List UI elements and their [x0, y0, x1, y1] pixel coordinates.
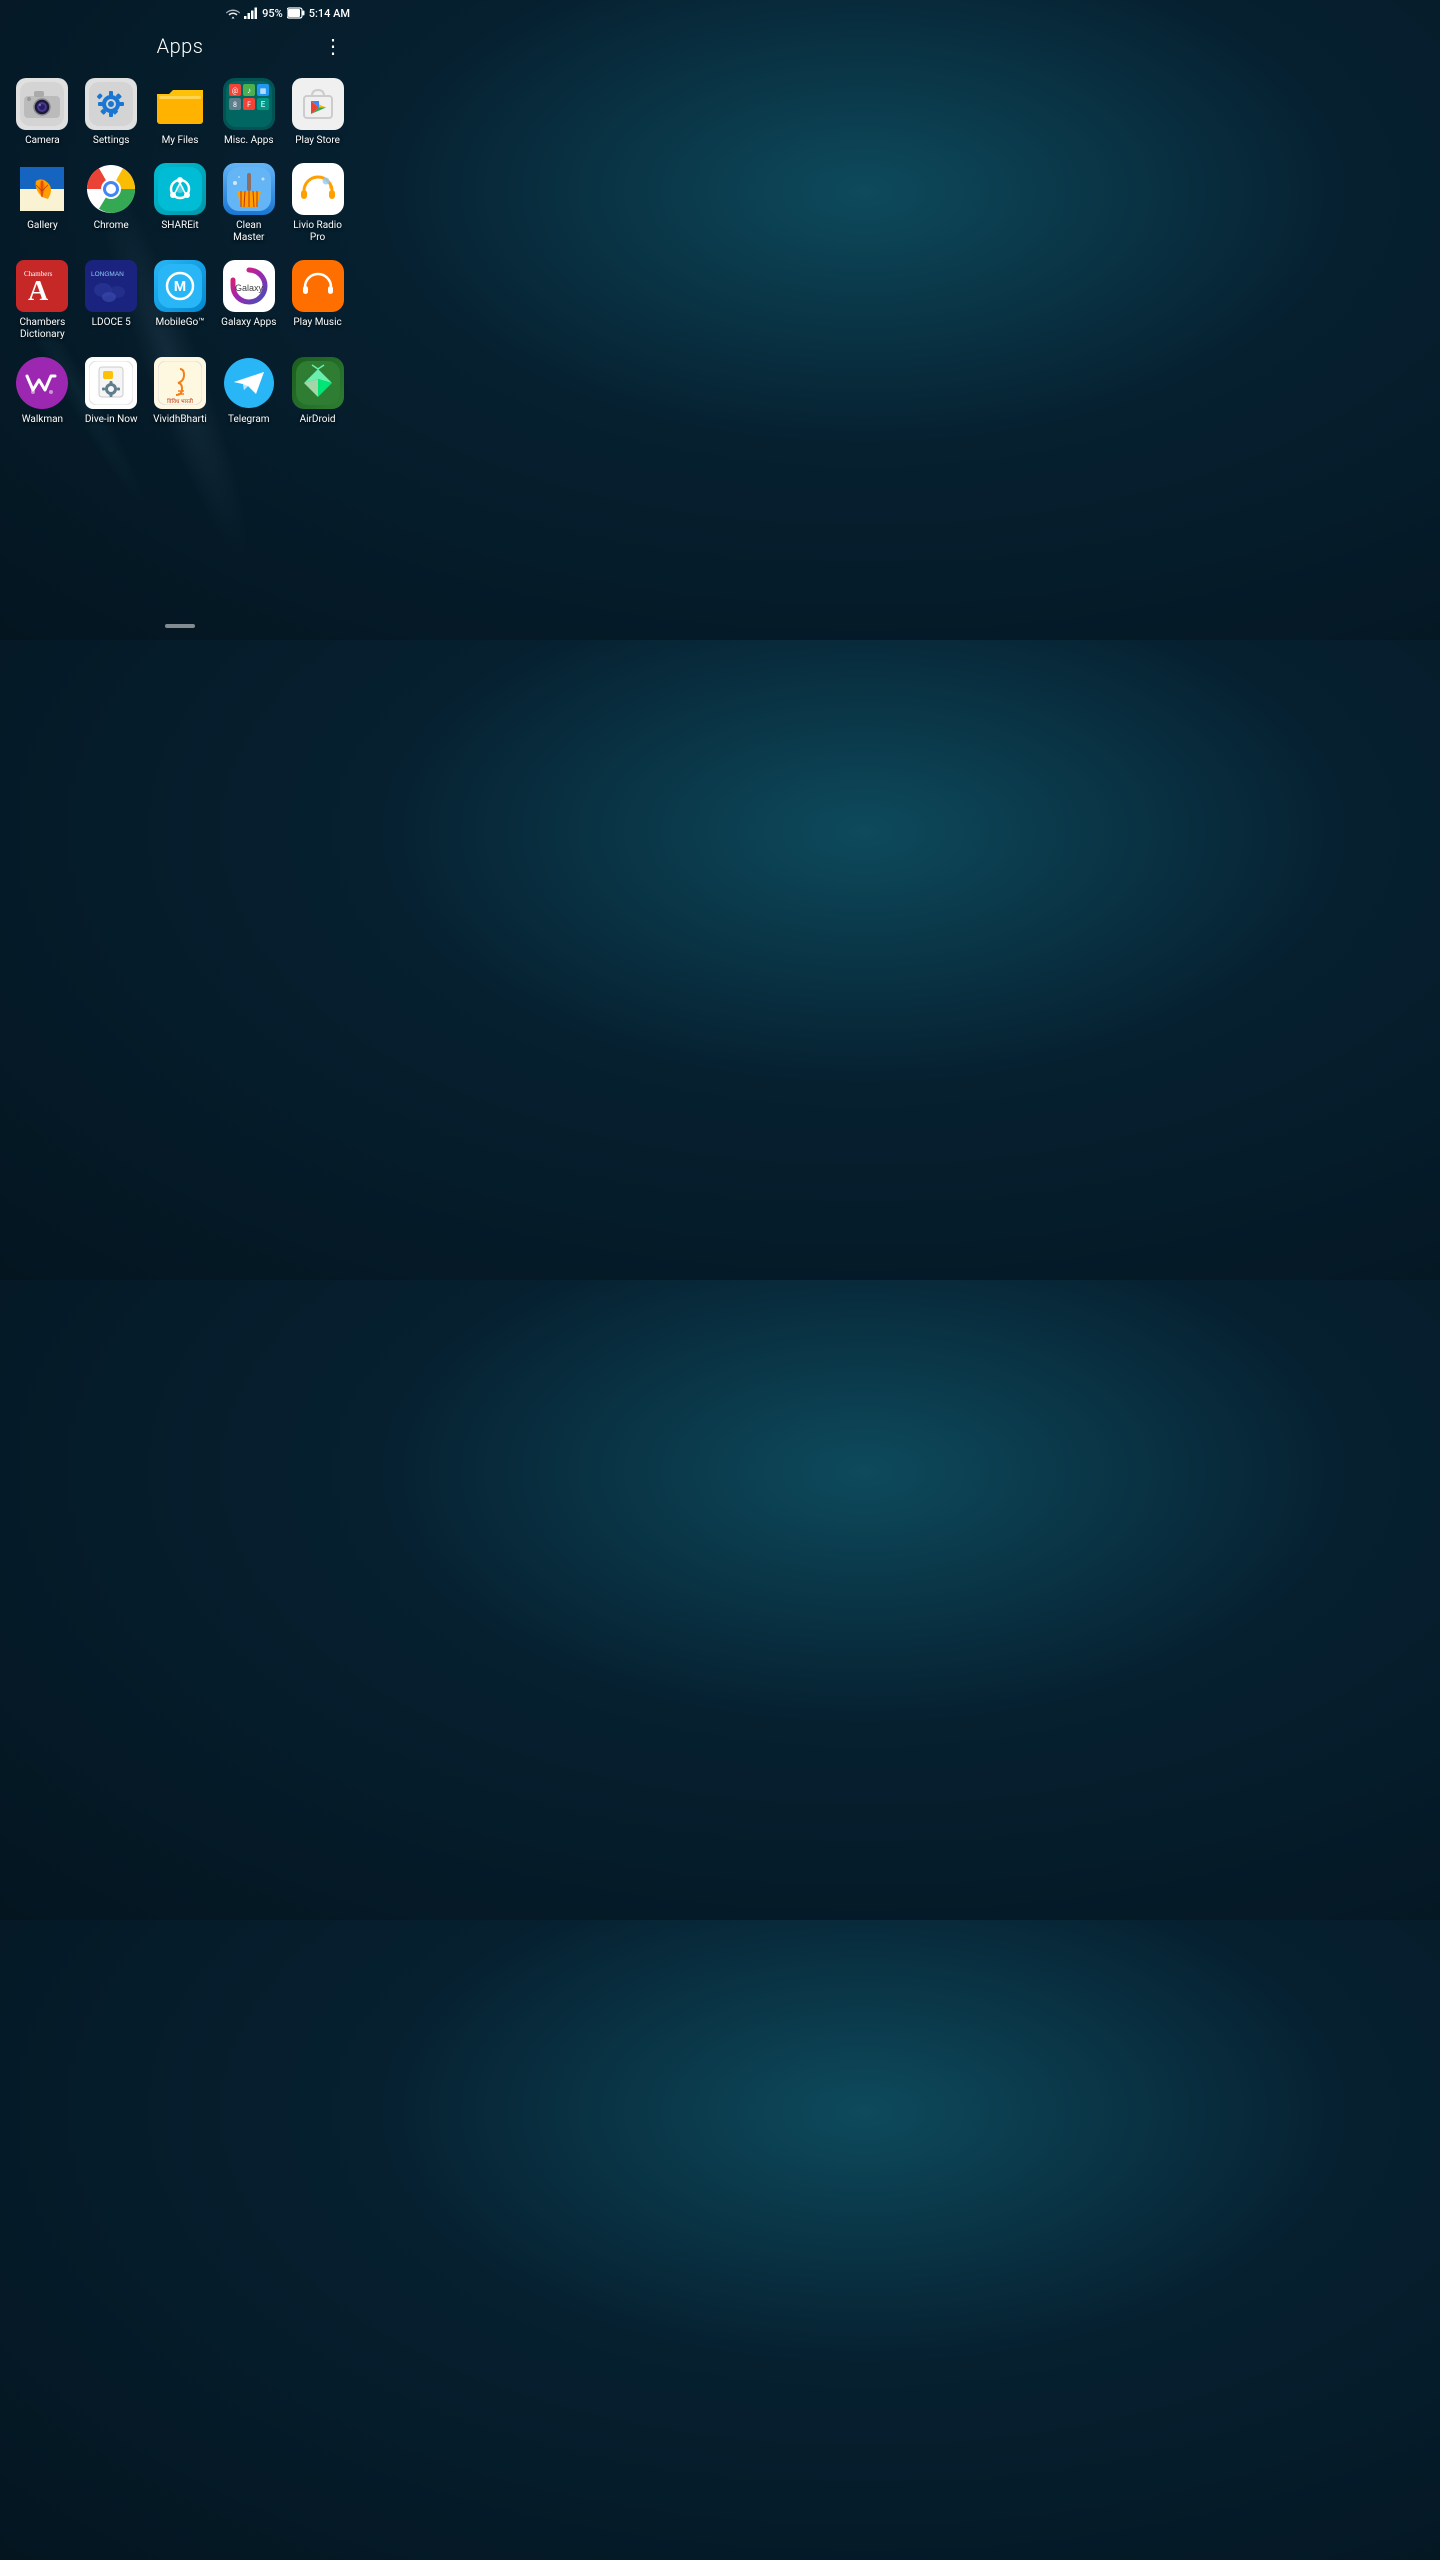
galaxy-icon: Galaxy: [223, 260, 275, 312]
walkman-icon: [16, 357, 68, 409]
svg-text:E: E: [261, 100, 266, 109]
galaxy-label: Galaxy Apps: [221, 317, 276, 329]
myfiles-label: My Files: [162, 135, 199, 147]
app-myfiles[interactable]: My Files: [148, 78, 212, 147]
apps-row-1: Camera: [8, 78, 352, 147]
app-walkman[interactable]: Walkman: [10, 357, 74, 426]
shareit-icon: [154, 163, 206, 215]
battery-icon: [287, 4, 305, 23]
svg-text:▦: ▦: [259, 87, 266, 95]
telegram-label: Telegram: [228, 414, 270, 426]
mobilego-label: MobileGo™: [155, 317, 204, 329]
gallery-label: Gallery: [27, 220, 58, 232]
myfiles-icon: [154, 78, 206, 130]
svg-text:8: 8: [233, 101, 237, 109]
camera-icon: [16, 78, 68, 130]
ldoce-label: LDOCE 5: [92, 317, 131, 329]
cleanmaster-icon: [223, 163, 275, 215]
app-bar: Apps ⋮: [0, 24, 360, 68]
app-misc[interactable]: @ ♪ ▦ 8 F E Misc. Apps: [217, 78, 281, 147]
telegram-icon: [223, 357, 275, 409]
app-camera[interactable]: Camera: [10, 78, 74, 147]
app-livio[interactable]: Livio Radio Pro: [286, 163, 350, 244]
livio-label: Livio Radio Pro: [286, 220, 350, 244]
divein-label: Dive-in Now: [85, 414, 138, 426]
mobilego-icon: M: [154, 260, 206, 312]
vividh-label: VividhBharti: [153, 414, 207, 426]
app-mobilego[interactable]: M MobileGo™: [148, 260, 212, 341]
status-time: 5:14 AM: [309, 7, 350, 20]
airdroid-label: AirDroid: [300, 414, 336, 426]
chambers-icon: Chambers A: [16, 260, 68, 312]
playmusic-icon: [292, 260, 344, 312]
app-chrome[interactable]: Chrome: [79, 163, 143, 244]
playstore-icon: [292, 78, 344, 130]
svg-text:♪: ♪: [247, 86, 251, 95]
chrome-icon: [85, 163, 137, 215]
app-divein[interactable]: Dive-in Now: [79, 357, 143, 426]
svg-text:F: F: [247, 101, 251, 109]
chrome-label: Chrome: [94, 220, 129, 232]
app-playstore[interactable]: Play Store: [286, 78, 350, 147]
status-icons: 95% 5:14 AM: [226, 4, 350, 23]
vividh-icon: विविध भारती: [154, 357, 206, 409]
shareit-label: SHAREit: [161, 220, 198, 232]
app-ldoce[interactable]: LONGMAN LDOCE 5: [79, 260, 143, 341]
airdroid-icon: [292, 357, 344, 409]
svg-text:M: M: [174, 279, 186, 295]
divein-icon: [85, 357, 137, 409]
svg-text:Galaxy: Galaxy: [235, 283, 264, 293]
signal-icon: [244, 4, 258, 23]
app-cleanmaster[interactable]: Clean Master: [217, 163, 281, 244]
app-vividh[interactable]: विविध भारती VividhBharti: [148, 357, 212, 426]
status-bar: 95% 5:14 AM: [0, 0, 360, 24]
playstore-label: Play Store: [295, 135, 340, 147]
app-chambers[interactable]: Chambers A Chambers Dictionary: [10, 260, 74, 341]
settings-label: Settings: [93, 135, 130, 147]
apps-row-2: Gallery Chrome: [8, 163, 352, 244]
misc-icon: @ ♪ ▦ 8 F E: [223, 78, 275, 130]
walkman-label: Walkman: [22, 414, 63, 426]
apps-grid: Camera: [0, 68, 360, 426]
apps-row-4: Walkman Dive-in Now: [8, 357, 352, 426]
overflow-menu-button[interactable]: ⋮: [323, 36, 344, 56]
gallery-icon: [16, 163, 68, 215]
svg-text:LONGMAN: LONGMAN: [91, 271, 124, 278]
camera-label: Camera: [25, 135, 60, 147]
chambers-label: Chambers Dictionary: [10, 317, 74, 341]
app-settings[interactable]: Settings: [79, 78, 143, 147]
app-airdroid[interactable]: AirDroid: [286, 357, 350, 426]
app-playmusic[interactable]: Play Music: [286, 260, 350, 341]
wifi-icon: [226, 4, 240, 23]
cleanmaster-label: Clean Master: [233, 220, 264, 244]
playmusic-label: Play Music: [293, 317, 341, 329]
svg-text:A: A: [28, 276, 49, 307]
settings-icon: [85, 78, 137, 130]
app-galaxy[interactable]: Galaxy Galaxy Apps: [217, 260, 281, 341]
home-indicator[interactable]: [165, 624, 195, 628]
svg-text:@: @: [232, 87, 238, 95]
ldoce-icon: LONGMAN: [85, 260, 137, 312]
apps-row-3: Chambers A Chambers Dictionary LONGMAN L…: [8, 260, 352, 341]
app-gallery[interactable]: Gallery: [10, 163, 74, 244]
battery-percent: 95%: [262, 7, 283, 20]
svg-text:विविध भारती: विविध भारती: [167, 398, 193, 405]
app-telegram[interactable]: Telegram: [217, 357, 281, 426]
misc-label: Misc. Apps: [224, 135, 274, 147]
page-title: Apps: [157, 34, 204, 58]
livio-icon: [292, 163, 344, 215]
app-shareit[interactable]: SHAREit: [148, 163, 212, 244]
